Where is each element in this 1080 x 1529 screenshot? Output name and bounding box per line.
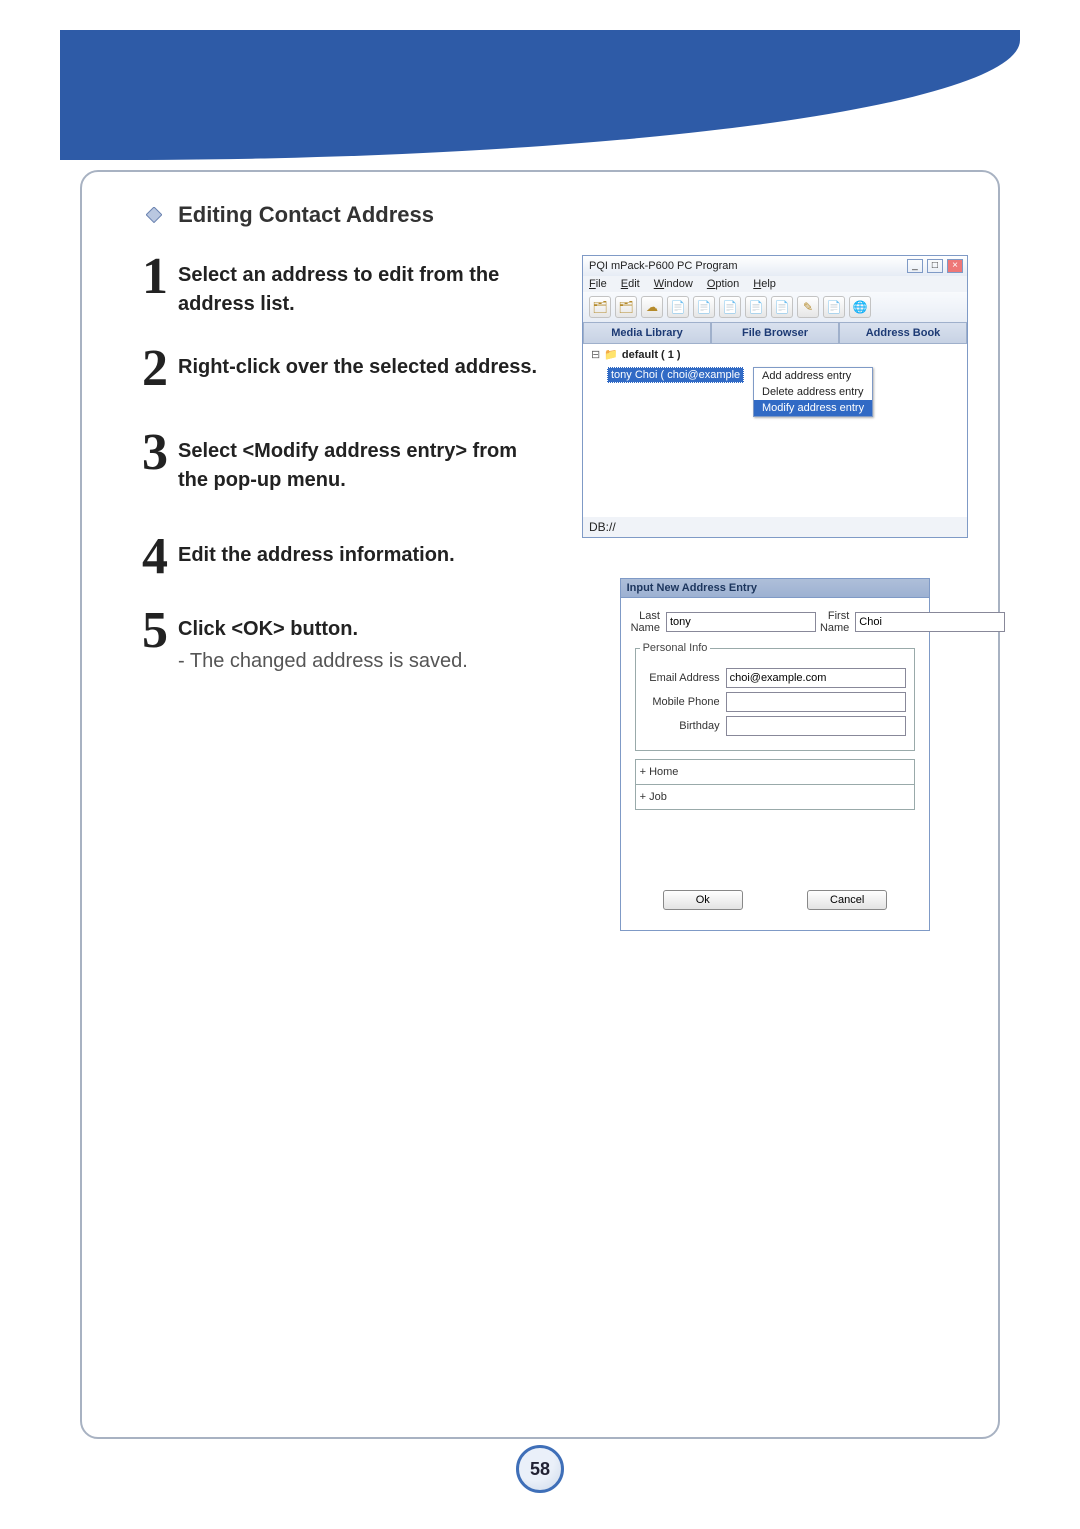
toolbar-icon[interactable]: ☁ xyxy=(641,296,663,318)
step-number: 5 xyxy=(132,609,178,653)
toolbar-icon[interactable]: 🗂 xyxy=(589,296,611,318)
diamond-icon xyxy=(146,203,162,229)
section-title: Editing Contact Address xyxy=(146,202,968,229)
maximize-icon[interactable]: □ xyxy=(927,259,943,273)
menu-edit[interactable]: Edit xyxy=(621,278,640,290)
step-number: 4 xyxy=(132,535,178,579)
toolbar-icon[interactable]: 📄 xyxy=(745,296,767,318)
mobile-label: Mobile Phone xyxy=(640,696,720,708)
menu-file[interactable]: File xyxy=(589,278,607,290)
dialog-title: Input New Address Entry xyxy=(621,579,930,598)
folder-icon: 📁 xyxy=(604,348,618,361)
email-field[interactable] xyxy=(726,668,907,688)
step-note: - The changed address is saved. xyxy=(178,650,468,673)
toolbar-icon[interactable]: 📄 xyxy=(771,296,793,318)
ok-button[interactable]: Ok xyxy=(663,890,743,910)
tab-file-browser[interactable]: File Browser xyxy=(711,322,839,344)
context-add-entry[interactable]: Add address entry xyxy=(754,368,872,384)
section-title-text: Editing Contact Address xyxy=(178,202,434,227)
menu-window[interactable]: Window xyxy=(654,278,693,290)
home-section-toggle[interactable]: + Home xyxy=(635,759,916,785)
last-name-field[interactable] xyxy=(666,612,816,632)
header-band xyxy=(60,30,1020,160)
cancel-button[interactable]: Cancel xyxy=(807,890,887,910)
menu-help[interactable]: Help xyxy=(753,278,776,290)
step-text: Select <Modify address entry> from the p… xyxy=(178,440,517,491)
last-name-label: Last Name xyxy=(631,610,660,634)
close-icon[interactable]: × xyxy=(947,259,963,273)
step-number: 2 xyxy=(132,347,178,391)
tab-address-book[interactable]: Address Book xyxy=(839,322,967,344)
title-bar: PQI mPack-P600 PC Program _ □ × xyxy=(583,256,967,276)
toolbar-icon[interactable]: ✎ xyxy=(797,296,819,318)
birthday-field[interactable] xyxy=(726,716,907,736)
step-number: 1 xyxy=(132,255,178,299)
toolbar-icon[interactable]: 📄 xyxy=(719,296,741,318)
status-bar: DB:// xyxy=(583,517,967,537)
tree-toggle-icon[interactable]: ⊟ xyxy=(591,348,600,361)
tree-root-row[interactable]: ⊟ 📁 default ( 1 ) xyxy=(583,344,967,365)
toolbar-icon[interactable]: 📄 xyxy=(667,296,689,318)
menu-bar: File Edit Window Option Help xyxy=(583,276,967,292)
toolbar-icon[interactable]: 📄 xyxy=(823,296,845,318)
personal-info-legend: Personal Info xyxy=(640,642,711,654)
page-number: 58 xyxy=(530,1459,550,1480)
job-section-toggle[interactable]: + Job xyxy=(635,785,916,810)
context-modify-entry[interactable]: Modify address entry xyxy=(754,400,872,416)
step-text: Click <OK> button. xyxy=(178,618,358,640)
context-menu: Add address entry Delete address entry M… xyxy=(753,367,873,417)
tree-root-label: default ( 1 ) xyxy=(622,349,681,361)
first-name-field[interactable] xyxy=(855,612,1005,632)
step-text: Select an address to edit from the addre… xyxy=(178,264,499,315)
tree-panel: tony Choi ( choi@example Add address ent… xyxy=(583,365,967,517)
page-number-badge: 58 xyxy=(516,1445,564,1493)
toolbar-icon[interactable]: 📄 xyxy=(693,296,715,318)
content-card: Editing Contact Address 1Select an addre… xyxy=(80,170,1000,1439)
edit-address-dialog: Input New Address Entry Last Name First … xyxy=(620,578,931,931)
context-delete-entry[interactable]: Delete address entry xyxy=(754,384,872,400)
step-text: Edit the address information. xyxy=(178,544,455,566)
tab-media-library[interactable]: Media Library xyxy=(583,322,711,344)
first-name-label: First Name xyxy=(820,610,849,634)
screenshots-column: PQI mPack-P600 PC Program _ □ × File Edi… xyxy=(582,255,968,931)
toolbar-icon[interactable]: 🌐 xyxy=(849,296,871,318)
steps-column: 1Select an address to edit from the addr… xyxy=(132,255,552,701)
app-window: PQI mPack-P600 PC Program _ □ × File Edi… xyxy=(582,255,968,538)
mobile-field[interactable] xyxy=(726,692,907,712)
toolbar: 🗂 🗂 ☁ 📄 📄 📄 📄 📄 ✎ 📄 🌐 xyxy=(583,292,967,322)
window-title: PQI mPack-P600 PC Program xyxy=(589,260,738,272)
email-label: Email Address xyxy=(640,672,720,684)
selected-contact[interactable]: tony Choi ( choi@example xyxy=(607,367,744,383)
birthday-label: Birthday xyxy=(640,720,720,732)
tabs: Media Library File Browser Address Book xyxy=(583,322,967,344)
minimize-icon[interactable]: _ xyxy=(907,259,923,273)
step-number: 3 xyxy=(132,431,178,475)
personal-info-fieldset: Personal Info Email Address Mobile Phone… xyxy=(635,642,916,751)
step-text: Right-click over the selected address. xyxy=(178,356,537,378)
toolbar-icon[interactable]: 🗂 xyxy=(615,296,637,318)
menu-option[interactable]: Option xyxy=(707,278,739,290)
